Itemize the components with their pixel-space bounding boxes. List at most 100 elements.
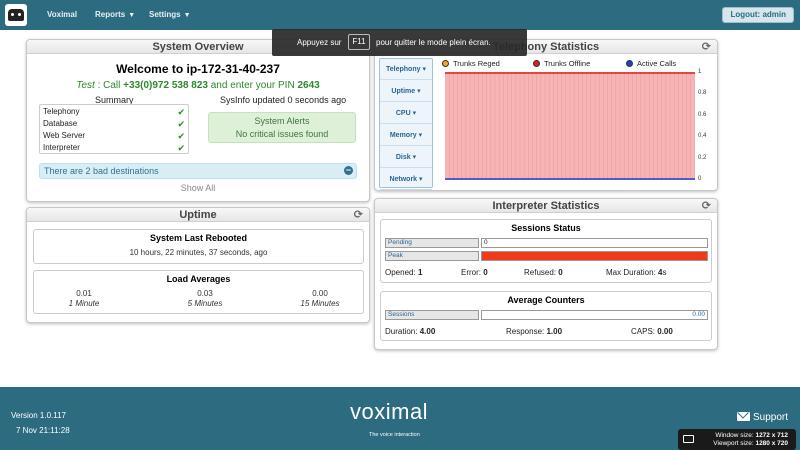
opened-value: 1	[417, 268, 423, 277]
legend-trunks-offline[interactable]: Trunks Offline	[533, 59, 590, 68]
load-value: 0.03	[197, 289, 213, 298]
summary-item: Database ✔	[43, 118, 187, 130]
collapse-icon[interactable]: −	[344, 166, 353, 175]
legend-label: Trunks Offline	[544, 59, 591, 68]
y-tick-label: 0.6	[698, 112, 707, 118]
viewport-size-row: Viewport size: 1280 x 720	[713, 440, 788, 447]
footer-brand-logo[interactable]: voximal	[350, 399, 428, 425]
viewport-size-label: Viewport size:	[713, 440, 754, 447]
interpreter-statistics-panel: Interpreter Statistics ⟳ Sessions Status…	[374, 198, 718, 350]
window-size-label: Window size:	[715, 432, 754, 439]
response-stat: Response: 1.00	[506, 327, 562, 336]
panel-title: Interpreter Statistics	[375, 199, 717, 213]
logo-eye-right	[18, 13, 21, 16]
refused-label: Refused:	[524, 268, 557, 277]
version-text: Version 1.0.117	[11, 411, 67, 420]
response-label: Response:	[506, 327, 545, 336]
bad-destinations-alert[interactable]: There are 2 bad destinations −	[39, 163, 357, 179]
toast-text-before: Appuyez sur	[297, 38, 342, 47]
viewport-size-value: 1280 x 720	[755, 440, 788, 447]
support-label: Support	[752, 412, 788, 423]
check-icon: ✔	[177, 119, 185, 129]
support-link[interactable]: Support	[736, 412, 788, 423]
logo-face	[8, 9, 24, 21]
menu-uptime[interactable]: Uptime ▾	[380, 81, 432, 102]
refresh-icon[interactable]: ⟳	[354, 209, 363, 221]
caps-value: 0.00	[657, 327, 673, 336]
telephony-statistics-panel: Telephony Statistics ⟳ Telephony ▾ Uptim…	[374, 39, 718, 191]
window-size-value: 1272 x 712	[755, 432, 788, 439]
y-tick-label: 1	[698, 69, 702, 75]
menu-memory[interactable]: Memory ▾	[380, 125, 432, 146]
load-value: 0.00	[312, 289, 328, 298]
test-pin-text: and enter your PIN	[210, 80, 295, 91]
load-label: 1 Minute	[68, 299, 100, 308]
load-label: 5 Minutes	[187, 299, 223, 308]
load-average-1m: 0.01 1 Minute	[54, 289, 114, 308]
toast-text-after: pour quitter le mode plein écran.	[376, 38, 491, 47]
caps-stat: CAPS: 0.00	[631, 327, 673, 336]
nav-settings-menu[interactable]: Settings ▼	[149, 10, 191, 19]
y-tick-label: 0	[698, 176, 702, 182]
chevron-down-icon: ▼	[183, 12, 191, 19]
duration-label: Duration:	[385, 327, 418, 336]
pending-bar: 0	[481, 238, 708, 248]
refresh-icon[interactable]: ⟳	[702, 41, 711, 53]
check-icon: ✔	[177, 131, 185, 141]
stats-side-menu: Telephony ▾ Uptime ▾ CPU ▾ Memory ▾ Disk…	[379, 58, 433, 190]
show-all-link[interactable]: Show All	[27, 183, 369, 193]
legend-trunks-reged[interactable]: Trunks Reged	[442, 59, 500, 68]
check-icon: ✔	[177, 107, 185, 117]
refresh-icon[interactable]: ⟳	[702, 200, 711, 212]
menu-telephony[interactable]: Telephony ▾	[380, 59, 432, 80]
load-average-15m: 0.00 15 Minutes	[290, 289, 350, 308]
max-duration-stat: Max Duration: 4s	[606, 268, 666, 277]
nav-reports-menu[interactable]: Reports ▼	[95, 10, 135, 19]
summary-item-label: Interpreter	[43, 143, 80, 152]
duration-value: 4.00	[419, 327, 436, 336]
test-pin: 2643	[297, 80, 320, 91]
sessions-label: Sessions	[385, 310, 479, 320]
pending-label: Pending	[385, 238, 479, 248]
legend-active-calls[interactable]: Active Calls	[626, 59, 676, 68]
menu-cpu[interactable]: CPU ▾	[380, 103, 432, 124]
bad-destinations-text: There are 2 bad destinations	[44, 166, 159, 176]
test-phone-number: +33(0)972 538 823	[123, 80, 208, 91]
error-stat: Error: 0	[461, 268, 488, 277]
duration-stat: Duration: 4.00	[385, 327, 435, 336]
summary-item: Web Server ✔	[43, 130, 187, 142]
nav-settings-label: Settings	[149, 10, 181, 19]
window-icon	[683, 435, 694, 443]
panel-title: Uptime	[27, 208, 369, 222]
summary-item-label: Web Server	[43, 131, 86, 140]
check-icon: ✔	[177, 143, 185, 153]
system-alerts-text: No critical issues found	[235, 129, 329, 139]
logo-eye-left	[11, 13, 14, 16]
summary-list: Telephony ✔ Database ✔ Web Server ✔ Interpr…	[39, 104, 189, 154]
chevron-down-icon: ▼	[128, 12, 136, 19]
footer-tagline: The voice interaction	[369, 432, 420, 438]
menu-disk[interactable]: Disk ▾	[380, 147, 432, 168]
last-rebooted-title: System Last Rebooted	[149, 233, 248, 243]
menu-network[interactable]: Network ▾	[380, 169, 432, 190]
opened-stat: Opened: 1	[385, 268, 422, 277]
nav-reports-label: Reports	[95, 10, 126, 19]
voximal-logo-icon[interactable]	[5, 4, 27, 26]
nav-brand-link[interactable]: Voximal	[47, 10, 77, 19]
mail-icon	[736, 412, 750, 421]
y-tick-label: 0.2	[698, 155, 707, 161]
y-tick-label: 0.8	[698, 90, 707, 96]
uptime-panel: Uptime ⟳ System Last Rebooted 10 hours, …	[26, 207, 370, 323]
test-prefix: Test	[76, 80, 95, 91]
test-call-text: : Call	[97, 80, 121, 91]
summary-item: Telephony ✔	[43, 106, 187, 118]
opened-label: Opened:	[385, 268, 416, 277]
fullscreen-toast: Appuyez sur F11 pour quitter le mode ple…	[272, 29, 527, 56]
load-averages-title: Load Averages	[166, 274, 231, 284]
y-tick-label: 0.4	[698, 133, 707, 139]
load-label: 15 Minutes	[300, 299, 340, 308]
legend-dot-icon	[533, 60, 540, 67]
sessions-status-box: Sessions Status Pending 0 Peak Opened: 1…	[380, 219, 712, 283]
refused-stat: Refused: 0	[524, 268, 563, 277]
logout-button[interactable]: Logout: admin	[722, 7, 794, 23]
